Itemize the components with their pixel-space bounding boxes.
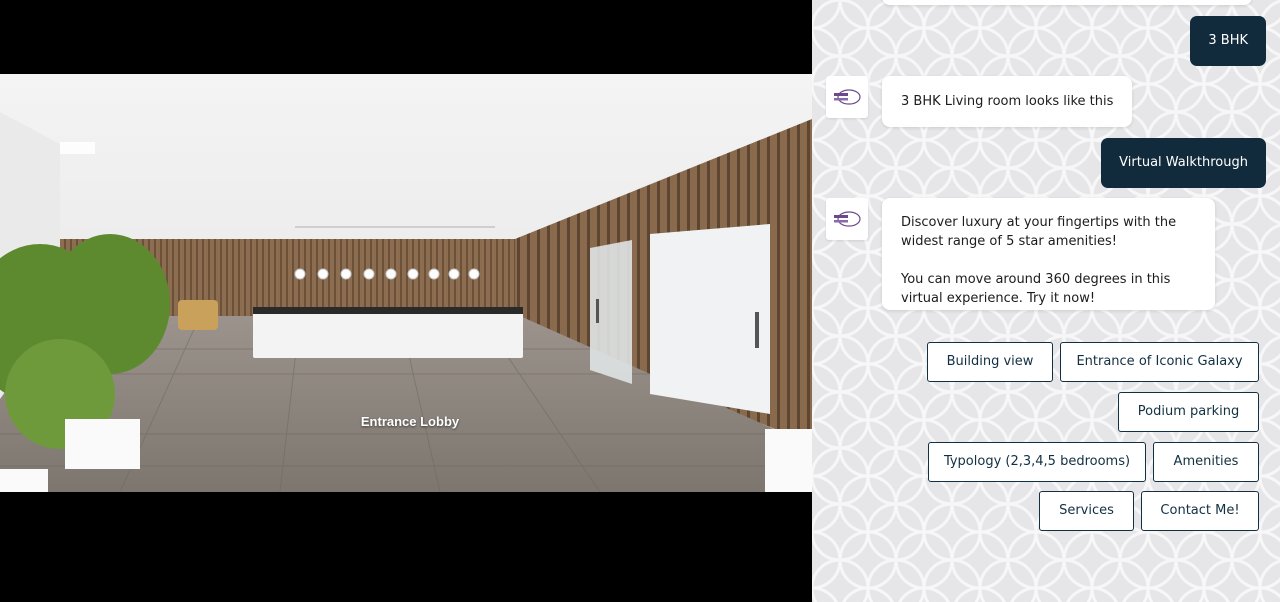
quick-reply-podium-parking[interactable]: Podium parking bbox=[1118, 392, 1259, 432]
bot-avatar bbox=[826, 198, 868, 240]
hotspot-entrance-lobby[interactable]: Entrance Lobby bbox=[330, 414, 490, 429]
previous-bot-bubble bbox=[882, 0, 1252, 5]
user-message: 3 BHK bbox=[1190, 16, 1266, 66]
user-message: Virtual Walkthrough bbox=[1101, 138, 1266, 188]
bot-message: Discover luxury at your fingertips with … bbox=[882, 198, 1215, 310]
lobby-panorama-image bbox=[0, 74, 812, 492]
quick-reply-contact-me[interactable]: Contact Me! bbox=[1141, 491, 1259, 531]
quick-reply-entrance[interactable]: Entrance of Iconic Galaxy bbox=[1060, 342, 1259, 382]
quick-reply-amenities[interactable]: Amenities bbox=[1153, 442, 1259, 482]
bot-message-paragraph: Discover luxury at your fingertips with … bbox=[901, 215, 1177, 249]
chat-panel[interactable]: 3 BHK 3 BHK Living room looks like this … bbox=[812, 0, 1280, 602]
quick-reply-building-view[interactable]: Building view bbox=[927, 342, 1053, 382]
bot-avatar bbox=[826, 76, 868, 118]
virtual-tour-viewer[interactable]: Entrance Lobby bbox=[0, 0, 812, 602]
iconic-galaxy-logo-icon bbox=[834, 211, 861, 227]
quick-reply-typology[interactable]: Typology (2,3,4,5 bedrooms) bbox=[928, 442, 1146, 482]
panorama-scene[interactable]: Entrance Lobby bbox=[0, 74, 812, 492]
bot-message-paragraph: You can move around 360 degrees in this … bbox=[901, 272, 1171, 306]
bot-message: 3 BHK Living room looks like this bbox=[882, 76, 1133, 127]
iconic-galaxy-logo-icon bbox=[834, 89, 861, 105]
quick-reply-services[interactable]: Services bbox=[1039, 491, 1134, 531]
